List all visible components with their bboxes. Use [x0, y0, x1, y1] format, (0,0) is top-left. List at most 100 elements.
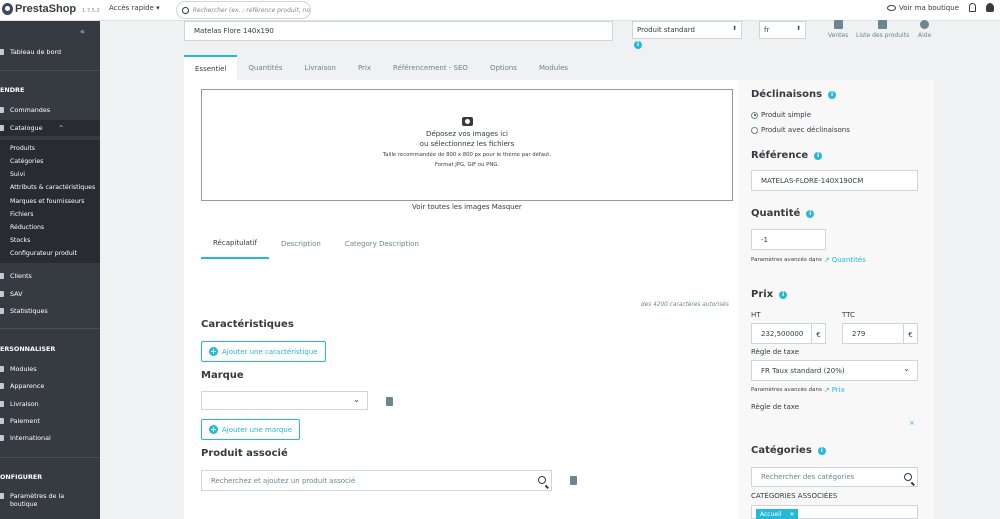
tab-prix[interactable]: Prix [347, 55, 382, 80]
sidebar-sub-discounts[interactable]: Réductions [10, 224, 44, 231]
sidebar-sub-products[interactable]: Produits [10, 145, 35, 152]
tab-essentiel[interactable]: Essentiel [184, 55, 238, 80]
tab-category-description[interactable]: Category Description [333, 229, 431, 259]
price-link[interactable]: Prix [832, 386, 845, 394]
quick-access-label: Accès rapide [109, 4, 154, 12]
trash-icon[interactable] [386, 397, 393, 406]
camera-icon [461, 117, 473, 126]
info-icon[interactable]: i [779, 290, 788, 299]
brand-title: Marque [201, 370, 244, 381]
language-select[interactable]: fr ⬍ [759, 21, 806, 39]
image-dropzone[interactable]: Déposez vos images ici ou sélectionnez l… [201, 89, 733, 201]
tab-options[interactable]: Options [479, 55, 528, 80]
prestashop-logo-icon [2, 3, 13, 15]
sales-tool[interactable]: Ventes [828, 20, 848, 39]
prestashop-logo[interactable]: PrestaShop 1.7.5.2 [2, 3, 100, 15]
appearance-icon [0, 383, 4, 389]
catalog-icon [0, 125, 4, 131]
sidebar-item-international[interactable]: International [0, 434, 51, 442]
description-tabs: Récapitulatif Description Category Descr… [201, 229, 431, 259]
sidebar-item-stats[interactable]: Statistiques [0, 307, 48, 315]
remove-chip-icon[interactable]: ✕ [789, 511, 794, 518]
features-title: Caractéristiques [201, 319, 294, 330]
tab-quantites[interactable]: Quantités [237, 55, 293, 80]
add-feature-button[interactable]: + Ajouter une caractéristique [201, 341, 326, 362]
sidebar-section-configure: ONFIGURER [0, 473, 43, 481]
sidebar-item-sav[interactable]: SAV [0, 290, 23, 298]
price-ttc-input[interactable]: 279 € [842, 323, 918, 344]
help-icon [920, 20, 930, 29]
divider [0, 328, 100, 329]
chevron-down-icon: ⌄ [353, 395, 360, 404]
user-icon[interactable] [986, 3, 994, 12]
sidebar-label: Clients [10, 272, 32, 280]
char-counter: des 4200 caractères autorisés [641, 302, 729, 308]
tab-seo[interactable]: Référencement - SEO [382, 55, 479, 80]
info-icon[interactable]: i [817, 446, 826, 455]
radio-product-combinations[interactable]: Produit avec déclinaisons [751, 126, 850, 134]
sidebar-item-dashboard[interactable]: Tableau de bord [0, 48, 61, 56]
image-links[interactable]: Voir toutes les images Masquer [412, 203, 522, 211]
reference-input[interactable]: MATELAS-FLORE-140X190CM [751, 170, 918, 191]
category-chip: Accueil ✕ [756, 509, 799, 519]
select-arrows-icon: ⬍ [795, 25, 801, 32]
plus-circle-icon: + [209, 347, 218, 356]
sidebar-item-clients[interactable]: Clients [0, 272, 32, 280]
quick-access-dropdown[interactable]: Accès rapide ▾ [109, 4, 160, 12]
price-ht-input[interactable]: 232,500000 € [751, 323, 826, 344]
product-type-select[interactable]: Produit standard ⬍ [632, 21, 742, 39]
sidebar-section-sell: ENDRE [0, 86, 25, 94]
product-list-tool[interactable]: Liste des produits [856, 20, 909, 39]
sidebar-label: Modules [10, 365, 37, 373]
sidebar-sub-categories[interactable]: Catégories [10, 158, 43, 165]
sidebar-label: Livraison [10, 400, 39, 408]
sidebar-item-payment[interactable]: Paiement [0, 417, 40, 425]
quantity-input[interactable]: -1 [751, 229, 826, 250]
global-search-input[interactable]: Rechercher (ex. : référence produit, no [176, 1, 311, 19]
radio-label: Produit simple [761, 111, 812, 119]
orders-icon [0, 107, 4, 113]
collapse-sidebar-icon[interactable]: « [80, 27, 85, 36]
sidebar-item-shipping[interactable]: Livraison [0, 400, 39, 408]
related-product-search[interactable]: Recherchez et ajoutez un produit associé [201, 470, 552, 491]
sidebar-sub-attributes[interactable]: Attributs & caractéristiques [10, 184, 95, 191]
sidebar-item-orders[interactable]: Commandes [0, 106, 50, 114]
quantity-title: Quantité i [751, 208, 815, 219]
category-search-input[interactable]: Rechercher des catégories [751, 467, 918, 487]
dropzone-select-files[interactable]: ou sélectionnez les fichiers [202, 140, 732, 148]
search-placeholder: Recherchez et ajoutez un produit associé [211, 476, 356, 485]
tab-description[interactable]: Description [269, 229, 333, 259]
external-link-icon: ↗ [823, 256, 830, 264]
trash-icon[interactable] [570, 476, 577, 485]
add-brand-button[interactable]: + Ajouter une marque [201, 419, 301, 440]
sidebar-sub-stocks[interactable]: Stocks [10, 237, 30, 244]
sidebar-sub-configurator[interactable]: Configurateur produit [10, 250, 77, 257]
sidebar: « Tableau de bord ENDRE Commandes Catalo… [0, 21, 100, 519]
close-icon[interactable]: × [909, 419, 915, 427]
ht-label: HT [751, 311, 761, 319]
product-name-input[interactable]: Matelas Flore 140x190 [184, 21, 613, 41]
sidebar-item-appearance[interactable]: Apparence [0, 382, 44, 390]
info-icon[interactable]: i [828, 90, 837, 99]
quantities-link[interactable]: Quantités [832, 256, 866, 264]
ttc-label: TTC [842, 311, 855, 319]
sidebar-sub-files[interactable]: Fichiers [10, 211, 33, 218]
sidebar-sub-tracking[interactable]: Suivi [10, 171, 25, 178]
tab-modules[interactable]: Modules [528, 55, 579, 80]
bell-icon[interactable] [969, 3, 976, 12]
info-icon[interactable]: i [634, 41, 642, 49]
info-icon[interactable]: i [806, 209, 815, 218]
sidebar-item-modules[interactable]: Modules [0, 365, 37, 373]
tax-rule-select[interactable]: FR Taux standard (20%) ⌄ [751, 360, 918, 381]
sidebar-sub-brands[interactable]: Marques et fournisseurs [10, 198, 85, 205]
tab-summary[interactable]: Récapitulatif [201, 229, 269, 259]
view-shop-link[interactable]: Voir ma boutique [887, 4, 959, 12]
sidebar-item-catalog[interactable]: Catalogue ^ [0, 120, 100, 136]
dropzone-text: Déposez vos images ici [426, 130, 508, 138]
sidebar-item-shop-params[interactable]: Paramètres de la [0, 492, 64, 500]
info-icon[interactable]: i [814, 151, 823, 160]
help-tool[interactable]: Aide [918, 20, 931, 39]
radio-simple-product[interactable]: Produit simple [751, 111, 811, 119]
brand-select[interactable]: ⌄ [201, 391, 368, 410]
tab-livraison[interactable]: Livraison [293, 55, 346, 80]
